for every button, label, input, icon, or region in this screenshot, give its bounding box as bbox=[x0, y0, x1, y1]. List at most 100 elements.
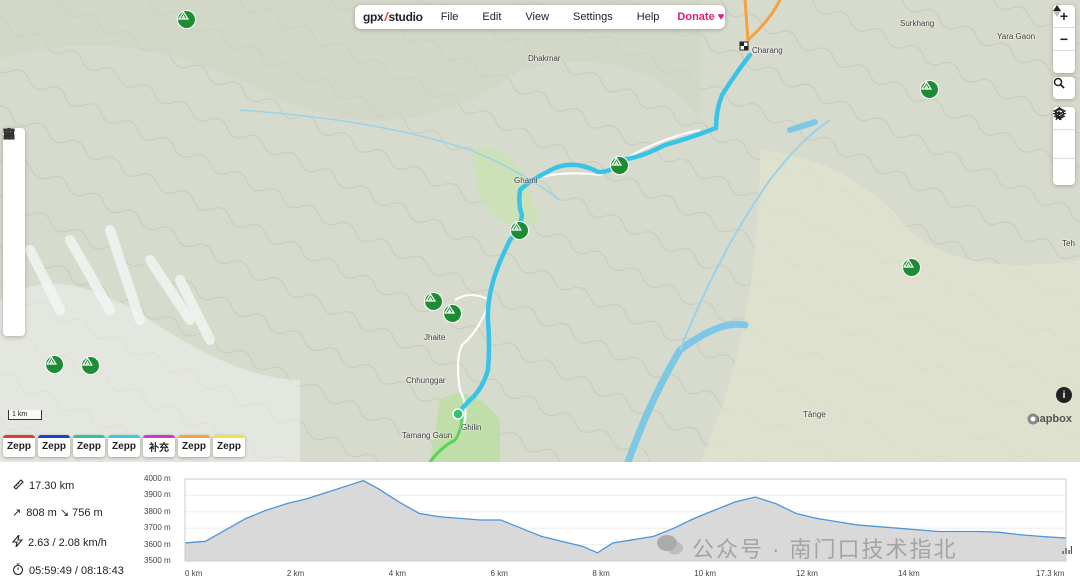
elevation-point bbox=[897, 527, 899, 529]
elevation-point bbox=[652, 535, 655, 537]
place-label: Charang bbox=[752, 46, 783, 55]
elevation-point bbox=[754, 496, 756, 498]
elevation-point bbox=[459, 517, 461, 519]
elevation-point bbox=[958, 530, 960, 533]
elevation-point bbox=[204, 540, 206, 542]
elevation-point bbox=[917, 529, 919, 531]
elevation-point bbox=[795, 512, 797, 515]
app-logo: gpx/studio bbox=[363, 10, 423, 24]
filter-icon[interactable] bbox=[3, 129, 25, 312]
calendar-time-icon[interactable] bbox=[3, 129, 25, 220]
menu-edit[interactable]: Edit bbox=[482, 11, 501, 23]
merge-icon[interactable] bbox=[3, 128, 25, 266]
elevation-point bbox=[265, 509, 268, 511]
map-canvas[interactable]: Dhakmar Ghami Jhaite Chhunggar Ghilin Ta… bbox=[0, 0, 1080, 462]
elevation-point bbox=[286, 503, 288, 505]
info-icon[interactable]: i bbox=[1056, 387, 1072, 403]
track-tab[interactable]: Zepp bbox=[3, 435, 35, 457]
scale-bar: 1 km bbox=[8, 410, 42, 420]
campsite-icon[interactable] bbox=[902, 258, 921, 277]
track-tab[interactable]: Zepp bbox=[73, 435, 105, 457]
place-label: Chhunggar bbox=[406, 376, 446, 385]
elevation-point bbox=[540, 535, 543, 537]
track-tab[interactable]: Zepp bbox=[108, 435, 140, 457]
map-tools bbox=[1053, 107, 1075, 185]
place-label: Jhaite bbox=[424, 333, 446, 342]
elevation-point bbox=[398, 501, 400, 503]
campsite-icon[interactable] bbox=[424, 292, 443, 311]
waypoint-icon[interactable] bbox=[3, 128, 25, 174]
track-tab[interactable]: Zepp bbox=[213, 435, 245, 457]
watermark: 公众号 · 南门口技术指北 bbox=[656, 532, 958, 564]
campsite-icon[interactable] bbox=[177, 10, 196, 29]
elevation-point bbox=[377, 488, 380, 490]
elevation-point bbox=[775, 503, 777, 505]
campsite-icon[interactable] bbox=[45, 355, 64, 374]
elevation-point bbox=[1019, 534, 1021, 536]
track-tab[interactable]: Zepp bbox=[38, 435, 70, 457]
elevation-point bbox=[581, 545, 583, 547]
elevation-point bbox=[362, 480, 364, 482]
elevation-point bbox=[520, 527, 522, 529]
elevation-point bbox=[245, 517, 247, 519]
scissors-icon[interactable] bbox=[3, 128, 25, 197]
top-menu-bar: gpx/studio File Edit View Settings Help … bbox=[355, 5, 725, 29]
elevation-point bbox=[836, 521, 838, 523]
place-label: Tānge bbox=[803, 410, 826, 419]
elevation-point bbox=[439, 516, 441, 518]
elevation-icon[interactable] bbox=[3, 130, 25, 289]
group-select-icon[interactable] bbox=[3, 128, 25, 243]
elevation-panel: 17.30 km ↗ 808 m ↘ 756 m 2.63 / 2.08 km/… bbox=[0, 462, 1080, 587]
elevation-point bbox=[418, 512, 420, 515]
menu-file[interactable]: File bbox=[441, 11, 459, 23]
elevation-point bbox=[714, 509, 716, 511]
elevation-point bbox=[999, 531, 1001, 533]
elevation-point bbox=[876, 525, 879, 528]
terrain-layer bbox=[0, 0, 1080, 462]
place-label: Ghilin bbox=[461, 423, 482, 432]
track-tab[interactable]: 补充 bbox=[143, 435, 175, 457]
elevation-point bbox=[306, 498, 308, 500]
menu-settings[interactable]: Settings bbox=[573, 11, 613, 23]
place-label: Surkhang bbox=[900, 19, 935, 28]
elevation-point bbox=[978, 530, 981, 533]
elevation-point bbox=[326, 491, 329, 493]
elevation-point bbox=[632, 539, 634, 541]
campsite-icon[interactable] bbox=[443, 304, 462, 323]
donate-button[interactable]: Donate ♥ bbox=[677, 11, 724, 23]
place-label: Dhakmar bbox=[528, 54, 561, 63]
chart-toggle-icon[interactable] bbox=[1062, 542, 1073, 560]
elevation-point bbox=[693, 517, 695, 519]
tool-sidebar bbox=[3, 128, 25, 336]
campsite-icon[interactable] bbox=[81, 356, 100, 375]
heart-icon: ♥ bbox=[717, 11, 725, 23]
campsite-icon[interactable] bbox=[510, 221, 529, 240]
elevation-point bbox=[347, 484, 349, 487]
zoom-controls: + − bbox=[1053, 5, 1075, 73]
track-tabs: Zepp Zepp Zepp Zepp 补充 Zepp Zepp bbox=[3, 435, 245, 457]
compass-icon[interactable] bbox=[1053, 5, 1075, 73]
clean-select-icon[interactable] bbox=[3, 128, 25, 335]
zoom-out-button[interactable]: − bbox=[1053, 28, 1075, 51]
track-tab[interactable]: Zepp bbox=[178, 435, 210, 457]
layers-icon[interactable] bbox=[1053, 107, 1075, 185]
elevation-point bbox=[225, 529, 227, 531]
campsite-icon[interactable] bbox=[920, 80, 939, 99]
elevation-point bbox=[856, 524, 858, 526]
elevation-point bbox=[612, 542, 614, 544]
elevation-point bbox=[1039, 535, 1042, 537]
place-label: Yara Gaon bbox=[997, 32, 1036, 41]
search-icon[interactable] bbox=[1053, 77, 1075, 99]
elevation-point bbox=[734, 501, 736, 503]
wechat-icon bbox=[656, 533, 684, 563]
elevation-point bbox=[500, 519, 502, 521]
campsite-icon[interactable] bbox=[610, 156, 629, 175]
elevation-point bbox=[673, 527, 675, 529]
route-start-marker bbox=[452, 408, 464, 420]
hiker-icon[interactable] bbox=[1053, 107, 1075, 159]
menu-help[interactable]: Help bbox=[637, 11, 660, 23]
elevation-chart[interactable] bbox=[0, 462, 1080, 587]
mapbox-attribution[interactable]: mapbox bbox=[1027, 413, 1072, 425]
menu-view[interactable]: View bbox=[525, 11, 549, 23]
elevation-point bbox=[815, 517, 818, 519]
